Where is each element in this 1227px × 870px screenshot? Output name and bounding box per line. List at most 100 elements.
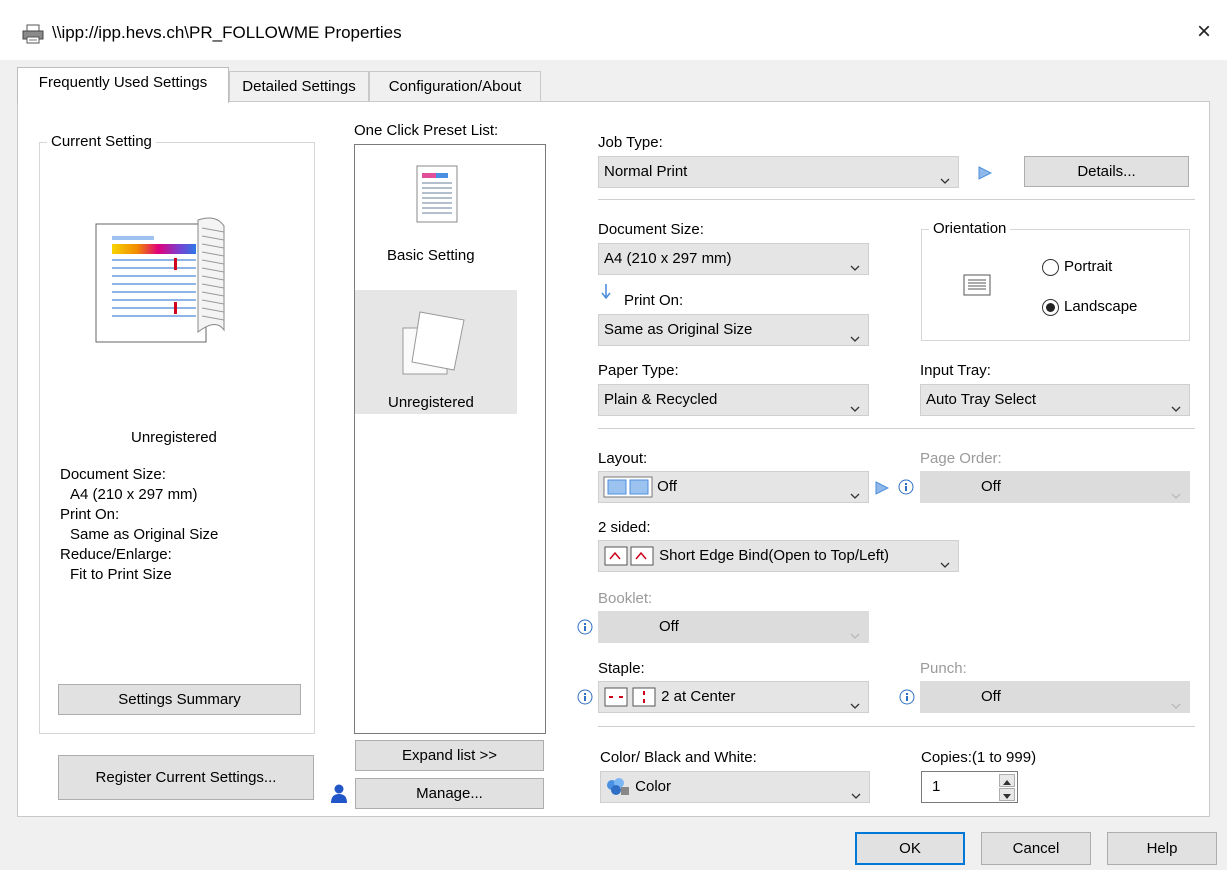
close-button[interactable]: × <box>1190 18 1218 46</box>
landscape-label[interactable]: Landscape <box>1064 298 1137 315</box>
landscape-radio[interactable] <box>1042 299 1059 316</box>
current-preset-name: Unregistered <box>131 429 217 446</box>
copies-value[interactable]: 1 <box>932 778 940 795</box>
spin-up-icon[interactable] <box>999 774 1015 787</box>
portrait-radio[interactable] <box>1042 259 1059 276</box>
booklet-select: Off <box>598 611 869 643</box>
summary-reduce-enlarge-value: Fit to Print Size <box>70 566 172 583</box>
layout-select[interactable]: Off <box>598 471 869 503</box>
preset-list-label: One Click Preset List: <box>354 122 499 139</box>
settings-summary-button[interactable]: Settings Summary <box>58 684 301 715</box>
page-order-select: Off <box>920 471 1190 503</box>
chevron-down-icon <box>1171 692 1181 709</box>
spin-down-icon[interactable] <box>999 788 1015 801</box>
ok-button[interactable]: OK <box>855 832 965 865</box>
paper-type-label: Paper Type: <box>598 362 679 379</box>
paper-type-select[interactable]: Plain & Recycled <box>598 384 869 416</box>
preset-item-unregistered-label[interactable]: Unregistered <box>388 393 474 413</box>
chevron-down-icon <box>850 622 860 639</box>
divider <box>598 726 1195 727</box>
print-on-select[interactable]: Same as Original Size <box>598 314 869 346</box>
chevron-down-icon <box>851 782 861 799</box>
cancel-button[interactable]: Cancel <box>981 832 1091 865</box>
document-size-value: A4 (210 x 297 mm) <box>604 250 732 267</box>
window-title: \\ipp://ipp.hevs.ch\PR_FOLLOWME Properti… <box>52 23 402 42</box>
divider <box>598 199 1195 200</box>
current-setting-legend: Current Setting <box>47 133 156 150</box>
printer-icon <box>22 24 44 44</box>
paper-type-value: Plain & Recycled <box>604 391 718 408</box>
two-sided-icon <box>603 545 655 567</box>
details-button[interactable]: Details... <box>1024 156 1189 187</box>
preset-list <box>354 144 546 734</box>
color-mode-value: Color <box>635 778 672 795</box>
info-icon[interactable] <box>577 689 593 705</box>
document-size-label: Document Size: <box>598 221 704 238</box>
down-arrow-icon <box>600 283 612 301</box>
job-type-select[interactable]: Normal Print <box>598 156 959 188</box>
staple-select[interactable]: 2 at Center <box>598 681 869 713</box>
copies-label: Copies:(1 to 999) <box>921 749 1037 766</box>
chevron-down-icon <box>1171 395 1181 412</box>
tab-configuration-about[interactable]: Configuration/About <box>369 71 541 103</box>
chevron-down-icon <box>850 325 860 342</box>
staple-icon <box>603 686 657 708</box>
basic-setting-icon <box>416 165 458 223</box>
punch-select: Off <box>920 681 1190 713</box>
info-icon[interactable] <box>577 619 593 635</box>
input-tray-value: Auto Tray Select <box>926 391 1037 408</box>
two-sided-value: Short Edge Bind(Open to Top/Left) <box>659 547 890 564</box>
chevron-down-icon <box>850 395 860 412</box>
input-tray-label: Input Tray: <box>920 362 991 379</box>
orientation-legend: Orientation <box>929 220 1011 237</box>
user-icon <box>330 784 348 804</box>
preset-item-basic-setting[interactable]: Basic Setting <box>387 246 475 266</box>
booklet-value: Off <box>659 618 679 635</box>
print-on-value: Same as Original Size <box>604 321 753 338</box>
print-on-label: Print On: <box>624 292 684 309</box>
punch-label: Punch: <box>920 660 967 677</box>
layout-label: Layout: <box>598 450 648 467</box>
manage-button[interactable]: Manage... <box>355 778 544 809</box>
staple-label: Staple: <box>598 660 645 677</box>
staple-value: 2 at Center <box>661 688 736 705</box>
chevron-down-icon <box>850 482 860 499</box>
summary-print-on-label: Print On: <box>60 506 120 523</box>
chevron-down-icon <box>1171 482 1181 499</box>
expand-list-button[interactable]: Expand list >> <box>355 740 544 771</box>
document-size-select[interactable]: A4 (210 x 297 mm) <box>598 243 869 275</box>
chevron-down-icon <box>940 551 950 568</box>
help-button[interactable]: Help <box>1107 832 1217 865</box>
layout-value: Off <box>657 478 677 495</box>
color-mode-select[interactable]: Color <box>600 771 870 803</box>
page-order-value: Off <box>981 478 1001 495</box>
chevron-down-icon <box>850 254 860 271</box>
chevron-down-icon <box>940 167 950 184</box>
divider <box>598 428 1195 429</box>
booklet-label: Booklet: <box>598 590 653 607</box>
summary-doc-size-value: A4 (210 x 297 mm) <box>70 486 198 503</box>
color-icon <box>605 777 631 797</box>
register-current-settings-button[interactable]: Register Current Settings... <box>58 755 314 800</box>
info-icon[interactable] <box>899 689 915 705</box>
summary-print-on-value: Same as Original Size <box>70 526 219 543</box>
color-mode-label: Color/ Black and White: <box>600 749 757 766</box>
summary-doc-size-label: Document Size: <box>60 466 166 483</box>
punch-value: Off <box>981 688 1001 705</box>
page-order-label: Page Order: <box>920 450 1002 467</box>
landscape-page-icon <box>963 272 991 296</box>
portrait-label[interactable]: Portrait <box>1064 258 1112 275</box>
orientation-group <box>921 229 1190 341</box>
tab-detailed-settings[interactable]: Detailed Settings <box>229 71 369 103</box>
unregistered-preset-icon <box>400 306 470 376</box>
input-tray-select[interactable]: Auto Tray Select <box>920 384 1190 416</box>
play-arrow-icon <box>978 166 993 180</box>
info-icon[interactable] <box>898 479 914 495</box>
summary-reduce-enlarge-label: Reduce/Enlarge: <box>60 546 172 563</box>
layout-pages-icon <box>603 476 653 498</box>
two-sided-select[interactable]: Short Edge Bind(Open to Top/Left) <box>598 540 959 572</box>
copies-stepper[interactable]: 1 <box>921 771 1018 803</box>
job-type-label: Job Type: <box>598 134 663 151</box>
document-preview-icon <box>94 214 234 344</box>
tab-frequently-used-settings[interactable]: Frequently Used Settings <box>17 67 229 103</box>
